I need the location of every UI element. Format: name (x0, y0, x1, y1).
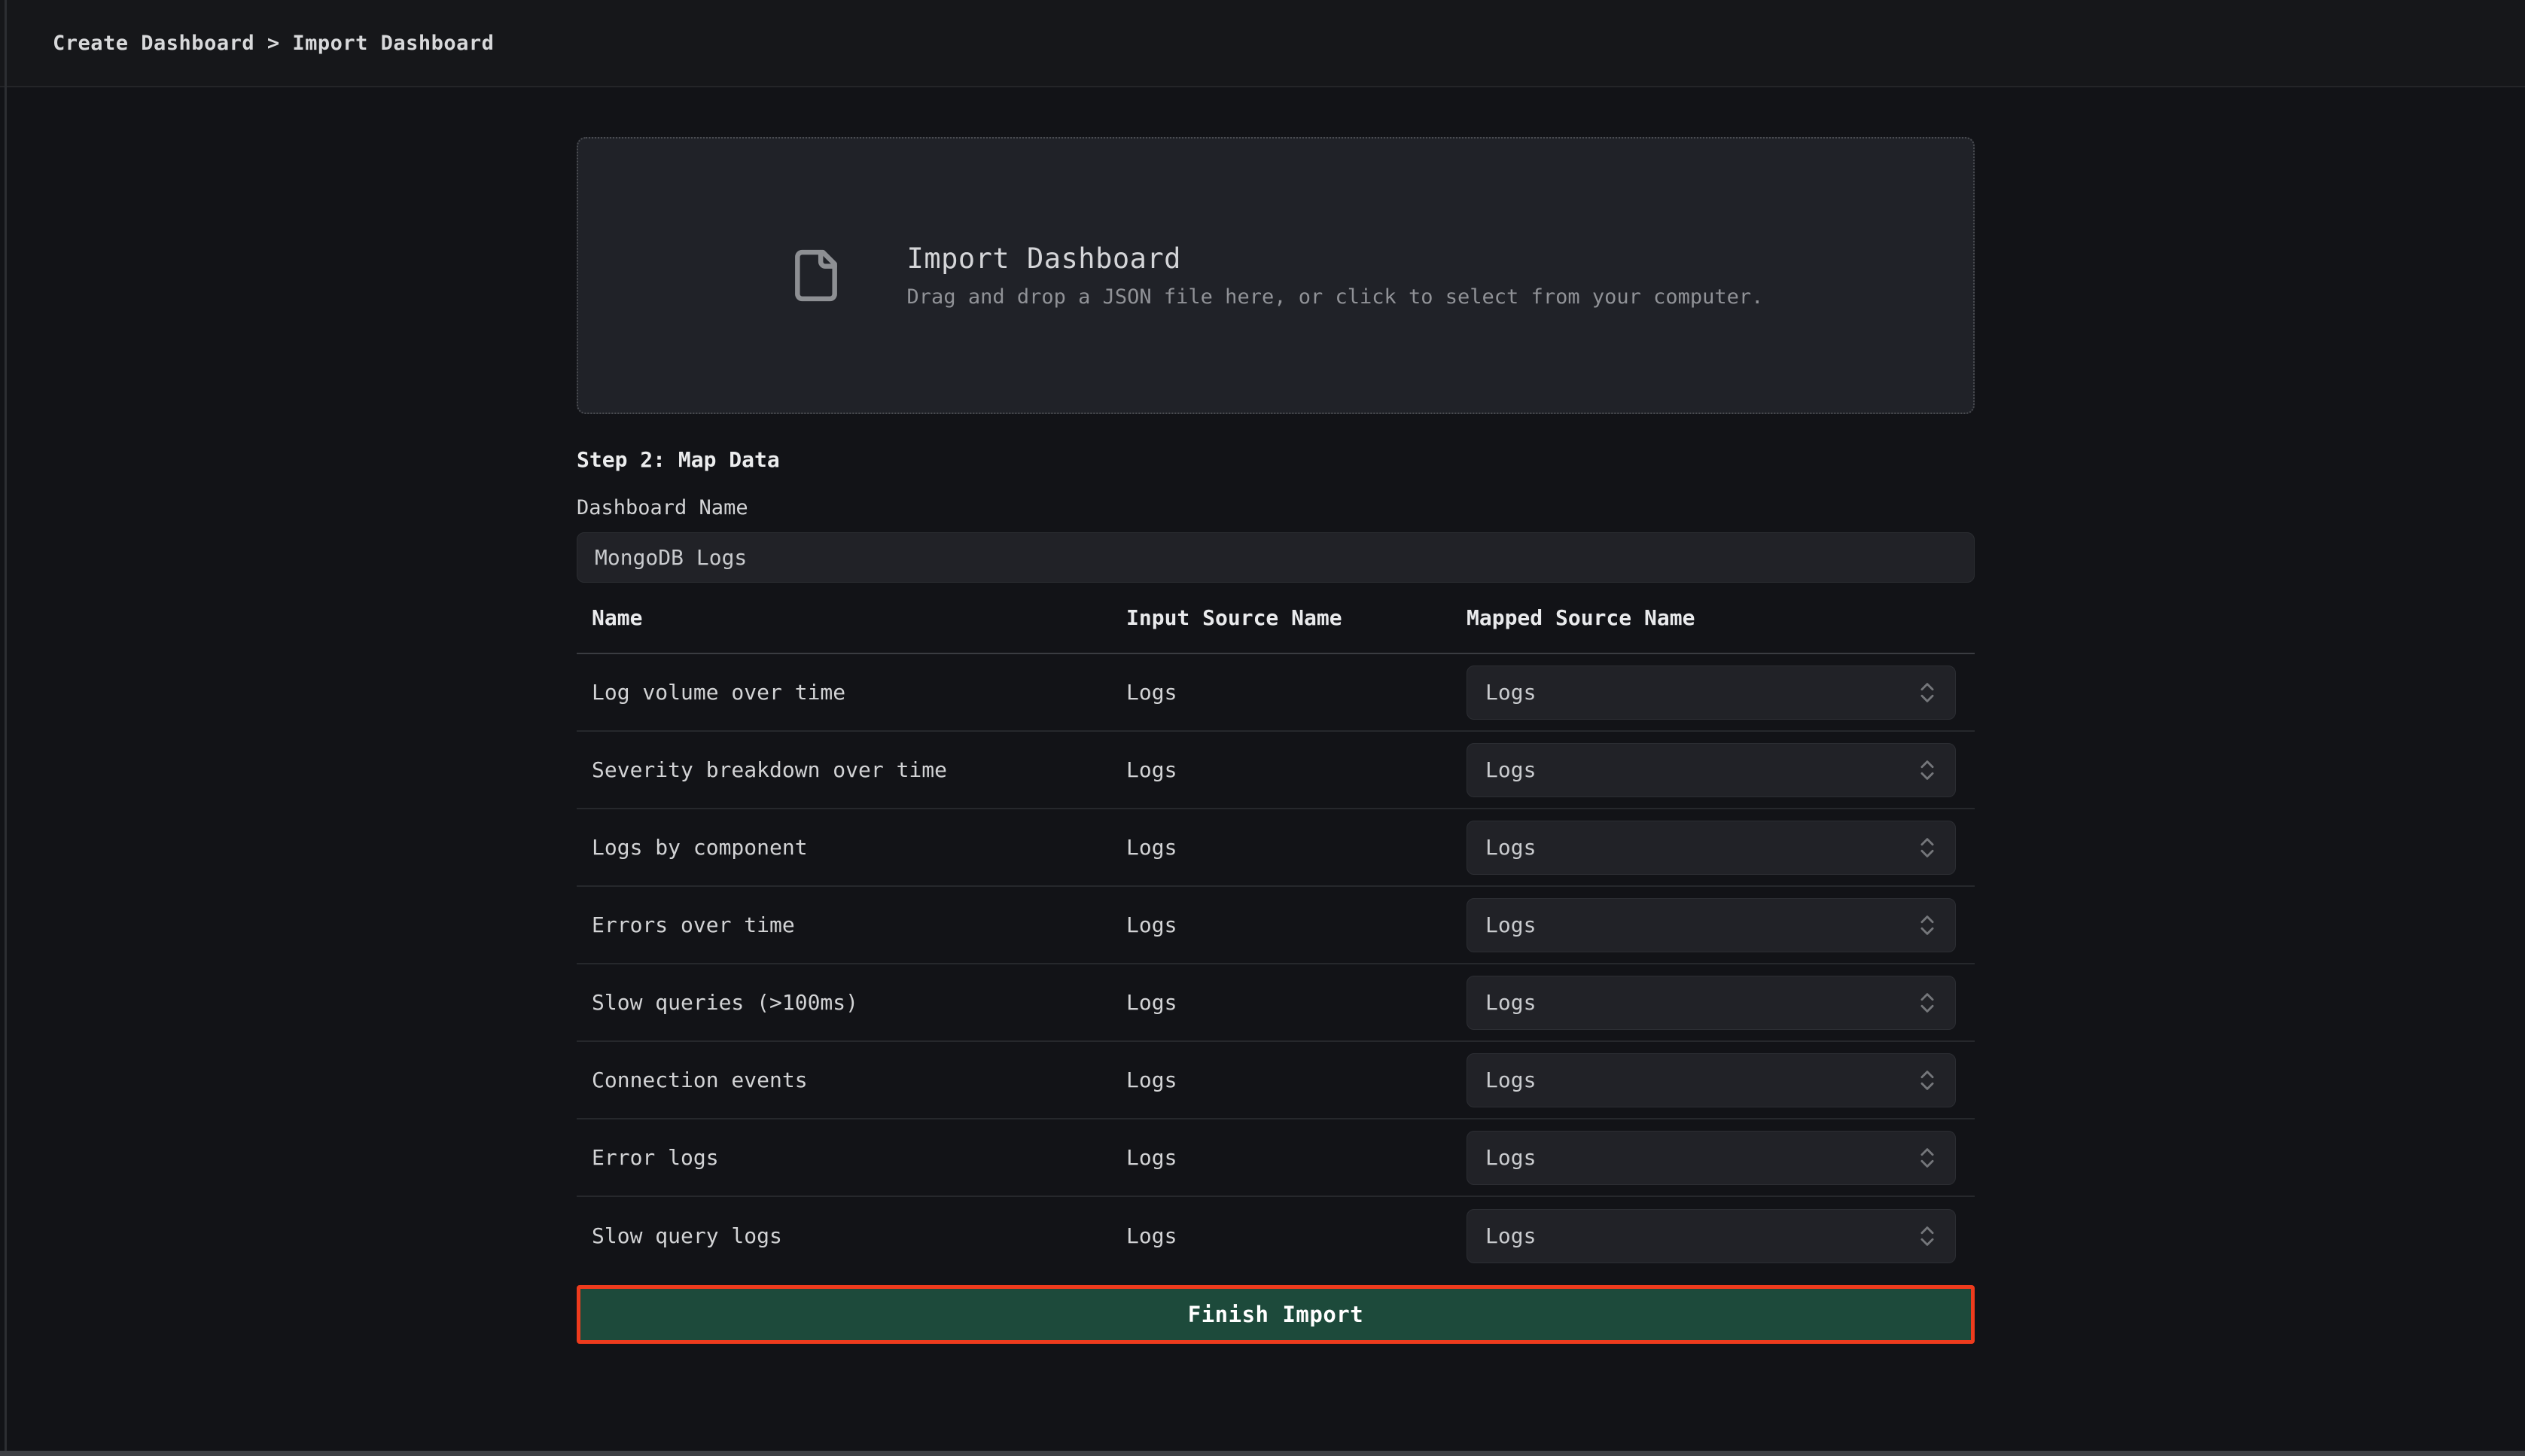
widget-name-cell: Log volume over time (577, 680, 1126, 705)
mapped-source-select[interactable]: Logs (1467, 666, 1956, 720)
mapped-source-select[interactable]: Logs (1467, 821, 1956, 875)
mapped-source-selected-value: Logs (1485, 912, 1914, 937)
window-left-border (5, 0, 7, 1451)
finish-import-button[interactable]: Finish Import (577, 1285, 1975, 1344)
widget-name-cell: Connection events (577, 1068, 1126, 1092)
input-source-cell: Logs (1126, 990, 1467, 1015)
column-header-name: Name (577, 605, 1126, 630)
json-file-dropzone[interactable]: Import Dashboard Drag and drop a JSON fi… (577, 137, 1975, 414)
mapped-source-cell: Logs (1467, 1131, 1975, 1185)
chevrons-up-down-icon (1914, 757, 1940, 783)
dropzone-title: Import Dashboard (907, 242, 1764, 275)
widget-name-cell: Severity breakdown over time (577, 757, 1126, 782)
mapped-source-select[interactable]: Logs (1467, 1209, 1956, 1263)
table-row: Slow query logs Logs Logs (577, 1197, 1975, 1275)
column-header-input-source: Input Source Name (1126, 605, 1467, 630)
mapped-source-selected-value: Logs (1485, 990, 1914, 1015)
step-heading: Step 2: Map Data (577, 447, 1975, 472)
mapped-source-cell: Logs (1467, 898, 1975, 952)
widget-name-cell: Errors over time (577, 912, 1126, 937)
mapped-source-select[interactable]: Logs (1467, 1053, 1956, 1107)
input-source-cell: Logs (1126, 1223, 1467, 1248)
file-icon (788, 239, 844, 312)
mapped-source-select[interactable]: Logs (1467, 976, 1956, 1030)
source-mapping-table: Name Input Source Name Mapped Source Nam… (577, 583, 1975, 1275)
table-row: Error logs Logs Logs (577, 1119, 1975, 1197)
dashboard-name-input[interactable] (577, 532, 1975, 583)
horizontal-scrollbar-track[interactable] (0, 1451, 2525, 1456)
mapped-source-selected-value: Logs (1485, 1068, 1914, 1092)
mapped-source-cell: Logs (1467, 821, 1975, 875)
widget-name-cell: Logs by component (577, 835, 1126, 860)
input-source-cell: Logs (1126, 757, 1467, 782)
mapped-source-cell: Logs (1467, 976, 1975, 1030)
input-source-cell: Logs (1126, 912, 1467, 937)
chevrons-up-down-icon (1914, 912, 1940, 938)
top-navigation-bar: Create Dashboard > Import Dashboard (0, 0, 2525, 87)
breadcrumb[interactable]: Create Dashboard > Import Dashboard (53, 32, 494, 55)
mapped-source-cell: Logs (1467, 743, 1975, 797)
chevrons-up-down-icon (1914, 1223, 1940, 1249)
mapped-source-cell: Logs (1467, 1209, 1975, 1263)
chevrons-up-down-icon (1914, 680, 1940, 705)
widget-name-cell: Slow queries (>100ms) (577, 990, 1126, 1015)
mapped-source-select[interactable]: Logs (1467, 743, 1956, 797)
table-body: Log volume over time Logs Logs Severity … (577, 654, 1975, 1275)
column-header-mapped-source: Mapped Source Name (1467, 605, 1975, 630)
mapped-source-select[interactable]: Logs (1467, 898, 1956, 952)
chevrons-up-down-icon (1914, 1068, 1940, 1093)
input-source-cell: Logs (1126, 680, 1467, 705)
chevrons-up-down-icon (1914, 1145, 1940, 1171)
table-row: Connection events Logs Logs (577, 1042, 1975, 1119)
mapped-source-selected-value: Logs (1485, 1223, 1914, 1248)
chevrons-up-down-icon (1914, 835, 1940, 861)
widget-name-cell: Slow query logs (577, 1223, 1126, 1248)
table-row: Severity breakdown over time Logs Logs (577, 732, 1975, 809)
input-source-cell: Logs (1126, 1068, 1467, 1092)
dashboard-name-label: Dashboard Name (577, 496, 1975, 519)
table-header-row: Name Input Source Name Mapped Source Nam… (577, 583, 1975, 654)
widget-name-cell: Error logs (577, 1145, 1126, 1170)
table-row: Log volume over time Logs Logs (577, 654, 1975, 732)
mapped-source-cell: Logs (1467, 666, 1975, 720)
dropzone-content: Import Dashboard Drag and drop a JSON fi… (788, 239, 1764, 312)
table-row: Logs by component Logs Logs (577, 809, 1975, 887)
mapped-source-cell: Logs (1467, 1053, 1975, 1107)
table-row: Slow queries (>100ms) Logs Logs (577, 964, 1975, 1042)
table-row: Errors over time Logs Logs (577, 887, 1975, 964)
mapped-source-selected-value: Logs (1485, 835, 1914, 860)
dropzone-subtitle: Drag and drop a JSON file here, or click… (907, 285, 1764, 309)
mapped-source-selected-value: Logs (1485, 757, 1914, 782)
mapped-source-selected-value: Logs (1485, 680, 1914, 705)
mapped-source-selected-value: Logs (1485, 1145, 1914, 1170)
import-dashboard-panel: Import Dashboard Drag and drop a JSON fi… (577, 87, 1975, 1344)
chevrons-up-down-icon (1914, 990, 1940, 1016)
input-source-cell: Logs (1126, 835, 1467, 860)
mapped-source-select[interactable]: Logs (1467, 1131, 1956, 1185)
input-source-cell: Logs (1126, 1145, 1467, 1170)
dropzone-text: Import Dashboard Drag and drop a JSON fi… (907, 242, 1764, 309)
